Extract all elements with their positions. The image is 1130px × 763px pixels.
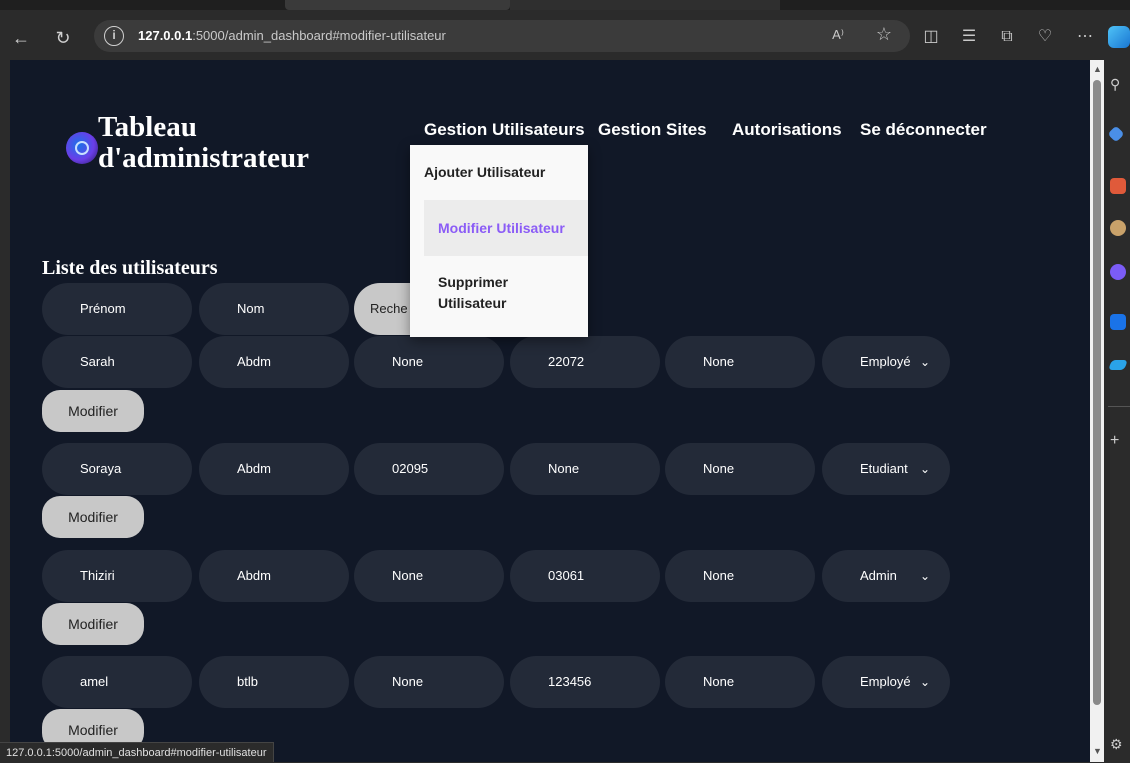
row-prenom: amel (42, 656, 192, 708)
row-field: 123456 (510, 656, 660, 708)
search-icon[interactable]: ⚲ (1110, 76, 1126, 92)
row-field: None (510, 443, 660, 495)
nav-gestion-utilisateurs[interactable]: Gestion Utilisateurs (424, 120, 585, 140)
favorite-star-icon[interactable]: ☆ (876, 24, 892, 45)
chevron-down-icon: ⌄ (919, 569, 930, 583)
menu-item-modifier-utilisateur[interactable]: Modifier Utilisateur (424, 200, 588, 256)
row-prenom: Soraya (42, 443, 192, 495)
tag-icon[interactable] (1107, 125, 1125, 143)
add-icon[interactable]: + (1110, 432, 1126, 449)
menu-item-ajouter-utilisateur[interactable]: Ajouter Utilisateur (410, 164, 574, 180)
nav-se-deconnecter[interactable]: Se déconnecter (860, 120, 987, 140)
role-select[interactable]: Etudiant ⌄ (822, 443, 950, 495)
copilot-icon[interactable] (1108, 26, 1130, 48)
user-list-title: Liste des utilisateurs (42, 257, 218, 279)
row-nom: btlb (199, 656, 349, 708)
chevron-down-icon: ⌄ (919, 462, 930, 476)
page-scrollbar[interactable]: ▲ ▼ (1090, 60, 1104, 762)
row-field: None (665, 336, 815, 388)
row-field: None (354, 336, 504, 388)
users-dropdown-menu: Ajouter Utilisateur Modifier Utilisateur… (410, 145, 588, 337)
more-menu-icon[interactable]: ⋯ (1072, 24, 1098, 50)
header-prenom: Prénom (42, 283, 192, 335)
role-select[interactable]: Employé ⌄ (822, 656, 950, 708)
row-nom: Abdm (199, 336, 349, 388)
row-prenom: Thiziri (42, 550, 192, 602)
menu-item-supprimer-utilisateur[interactable]: Supprimer Utilisateur (410, 272, 574, 314)
row-field: None (665, 443, 815, 495)
settings-gear-icon[interactable]: ⚙ (1110, 736, 1126, 752)
scrollbar-thumb[interactable] (1093, 80, 1101, 705)
favorites-icon[interactable]: ☰ (956, 24, 982, 50)
toolbox-icon[interactable] (1110, 178, 1126, 194)
role-select[interactable]: Employé ⌄ (822, 336, 950, 388)
chevron-down-icon: ⌄ (919, 675, 930, 689)
row-field: 03061 (510, 550, 660, 602)
admin-logo-icon (66, 132, 98, 164)
outlook-icon[interactable] (1110, 314, 1126, 330)
row-field: 02095 (354, 443, 504, 495)
back-icon[interactable]: ← (10, 27, 32, 49)
row-nom: Abdm (199, 443, 349, 495)
nav-gestion-sites[interactable]: Gestion Sites (598, 120, 707, 140)
row-field: None (354, 550, 504, 602)
address-bar[interactable]: i 127.0.0.1:5000/admin_dashboard#modifie… (94, 20, 910, 52)
role-select[interactable]: Admin ⌄ (822, 550, 950, 602)
collections-icon[interactable]: ⧉ (994, 24, 1020, 50)
row-nom: Abdm (199, 550, 349, 602)
browser-essentials-icon[interactable]: ♡ (1032, 24, 1058, 50)
row-field: None (354, 656, 504, 708)
row-field: 22072 (510, 336, 660, 388)
site-info-icon[interactable]: i (104, 26, 124, 46)
split-screen-icon[interactable]: ◫ (918, 24, 944, 50)
address-url[interactable]: 127.0.0.1:5000/admin_dashboard#modifier-… (138, 28, 446, 43)
edge-sidebar: ⚲ + ⚙ (1104, 60, 1130, 762)
scroll-up-icon[interactable]: ▲ (1093, 64, 1102, 74)
browser-tab[interactable] (510, 0, 780, 10)
row-field: None (665, 550, 815, 602)
modifier-button[interactable]: Modifier (42, 496, 144, 538)
tab-strip (0, 0, 1130, 10)
copilot-app-icon[interactable] (1110, 264, 1126, 280)
row-field: None (665, 656, 815, 708)
refresh-icon[interactable]: ↻ (52, 27, 74, 49)
chevron-down-icon: ⌄ (919, 355, 930, 369)
send-icon[interactable] (1108, 360, 1128, 370)
modifier-button[interactable]: Modifier (42, 603, 144, 645)
row-prenom: Sarah (42, 336, 192, 388)
browser-tab[interactable] (285, 0, 510, 10)
status-bar-url: 127.0.0.1:5000/admin_dashboard#modifier-… (0, 742, 274, 762)
header-nom: Nom (199, 283, 349, 335)
browser-toolbar: ← ↻ i 127.0.0.1:5000/admin_dashboard#mod… (0, 10, 1130, 60)
sidebar-separator (1108, 406, 1130, 407)
scroll-down-icon[interactable]: ▼ (1093, 746, 1102, 756)
people-icon[interactable] (1110, 220, 1126, 236)
nav-autorisations[interactable]: Autorisations (732, 120, 842, 140)
page-title: Tableau d'administrateur (98, 111, 310, 174)
read-aloud-icon[interactable]: A⁾ (832, 27, 844, 43)
modifier-button[interactable]: Modifier (42, 390, 144, 432)
page-viewport: Tableau d'administrateur Gestion Utilisa… (10, 60, 1090, 762)
